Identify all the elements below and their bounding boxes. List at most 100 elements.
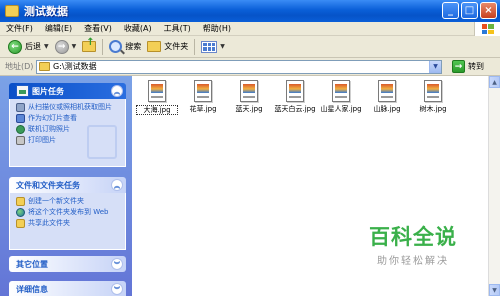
folder-icon — [39, 62, 50, 71]
globe-icon — [16, 208, 25, 217]
menu-favorites[interactable]: 收藏(A) — [118, 23, 158, 34]
picture-watermark-icon — [87, 125, 117, 159]
task-label: 作为幻灯片查看 — [28, 114, 77, 122]
close-button[interactable]: × — [480, 2, 497, 19]
expand-icon[interactable]: ︾ — [111, 258, 123, 270]
go-arrow-icon: → — [452, 60, 465, 73]
chevron-down-icon[interactable]: ▼ — [72, 43, 77, 50]
file-name: 树木.jpg — [419, 105, 447, 113]
details-panel: 详细信息 ︾ — [9, 281, 126, 296]
collapse-icon[interactable]: ︽ — [111, 179, 123, 191]
jpg-file-icon — [194, 80, 212, 102]
scanner-icon — [16, 103, 25, 112]
printer-icon — [16, 136, 25, 145]
new-folder-icon — [16, 197, 25, 206]
task-label: 从扫描仪或照相机获取图片 — [28, 103, 112, 111]
file-item[interactable]: 山星人家.jpg — [320, 80, 362, 113]
jpg-file-icon — [424, 80, 442, 102]
task-label: 联机订购照片 — [28, 125, 70, 133]
toolbar-divider — [194, 38, 196, 55]
file-name: 蓝天白云.jpg — [274, 105, 316, 113]
task-label: 创建一个新文件夹 — [28, 197, 84, 205]
forward-arrow-icon: → — [54, 39, 69, 54]
up-button[interactable] — [79, 37, 99, 56]
picture-tasks-title: 图片任务 — [32, 86, 64, 96]
chevron-down-icon[interactable]: ▼ — [220, 43, 225, 50]
windows-logo-icon — [474, 22, 500, 36]
file-name: 山脉.jpg — [373, 105, 401, 113]
file-item[interactable]: 树木.jpg — [412, 80, 454, 113]
address-value: G:\测试数据 — [53, 62, 97, 71]
file-tasks-header[interactable]: 文件和文件夹任务 ︽ — [9, 177, 126, 193]
vertical-scrollbar[interactable]: ▲ ▼ — [488, 76, 500, 296]
menu-tools[interactable]: 工具(T) — [158, 23, 197, 34]
jpg-file-icon — [378, 80, 396, 102]
menu-file[interactable]: 文件(F) — [0, 23, 39, 34]
task-new-folder[interactable]: 创建一个新文件夹 — [16, 197, 119, 206]
expand-icon[interactable]: ︾ — [111, 283, 123, 295]
toolbar: ← 后退 ▼ → ▼ 搜索 文件夹 ▼ — [0, 36, 500, 58]
back-label: 后退 — [25, 42, 41, 51]
file-item[interactable]: 蓝天.jpg — [228, 80, 270, 113]
back-arrow-icon: ← — [8, 39, 22, 54]
minimize-button[interactable]: _ — [442, 2, 459, 19]
picture-tasks-body: 从扫描仪或照相机获取图片 作为幻灯片查看 联机订购照片 打印图片 — [9, 99, 126, 167]
file-tasks-panel: 文件和文件夹任务 ︽ 创建一个新文件夹 将这个文件夹发布到 Web 共享此文件夹 — [9, 177, 126, 250]
picture-tasks-header[interactable]: 图片任务 ︽ — [9, 83, 126, 99]
details-header[interactable]: 详细信息 ︾ — [9, 281, 126, 296]
toolbar-divider — [102, 38, 104, 55]
watermark-title: 百科全说 — [369, 225, 457, 249]
jpg-file-icon — [332, 80, 350, 102]
task-share-folder[interactable]: 共享此文件夹 — [16, 219, 119, 228]
folder-icon — [5, 5, 19, 17]
chevron-down-icon[interactable]: ▼ — [429, 60, 441, 73]
other-places-panel: 其它位置 ︾ — [9, 256, 126, 272]
other-places-title: 其它位置 — [16, 259, 48, 269]
views-button[interactable]: ▼ — [198, 38, 228, 56]
scroll-down-icon[interactable]: ▼ — [489, 284, 500, 296]
view-grid-icon — [201, 40, 218, 53]
jpg-file-icon — [240, 80, 258, 102]
menu-edit[interactable]: 编辑(E) — [39, 23, 78, 34]
back-button[interactable]: ← 后退 ▼ — [5, 38, 52, 56]
menu-view[interactable]: 查看(V) — [78, 23, 118, 34]
go-button[interactable]: → 转到 — [452, 60, 484, 73]
jpg-file-icon — [148, 80, 166, 102]
folders-label: 文件夹 — [164, 42, 189, 51]
file-name: 蓝天.jpg — [235, 105, 263, 113]
task-slideshow[interactable]: 作为幻灯片查看 — [16, 114, 119, 123]
picture-icon — [16, 85, 29, 97]
task-publish-web[interactable]: 将这个文件夹发布到 Web — [16, 208, 119, 217]
address-label: 地址(D) — [5, 62, 34, 71]
folders-button[interactable]: 文件夹 — [144, 38, 191, 56]
window-controls: _ □ × — [442, 2, 497, 19]
title-bar: 测试数据 _ □ × — [0, 0, 500, 22]
details-title: 详细信息 — [16, 284, 48, 294]
order-prints-icon — [16, 125, 25, 134]
file-item[interactable]: 蓝天白云.jpg — [274, 80, 316, 113]
task-label: 打印图片 — [28, 136, 56, 144]
file-item[interactable]: 大海.jpg — [136, 80, 178, 115]
scroll-up-icon[interactable]: ▲ — [489, 76, 500, 88]
menu-help[interactable]: 帮助(H) — [197, 23, 237, 34]
share-folder-icon — [16, 219, 25, 228]
folder-icon — [147, 41, 162, 52]
task-label: 将这个文件夹发布到 Web — [28, 208, 109, 216]
other-places-header[interactable]: 其它位置 ︾ — [9, 256, 126, 272]
chevron-down-icon[interactable]: ▼ — [44, 43, 49, 50]
file-name: 花草.jpg — [189, 105, 217, 113]
forward-button[interactable]: → ▼ — [52, 38, 80, 56]
task-get-pictures[interactable]: 从扫描仪或照相机获取图片 — [16, 103, 119, 112]
address-input[interactable]: G:\测试数据 ▼ — [36, 59, 442, 74]
jpg-file-icon — [286, 80, 304, 102]
file-item[interactable]: 山脉.jpg — [366, 80, 408, 113]
maximize-button[interactable]: □ — [461, 2, 478, 19]
go-label: 转到 — [468, 62, 484, 71]
collapse-icon[interactable]: ︽ — [111, 85, 123, 97]
file-item[interactable]: 花草.jpg — [182, 80, 224, 113]
search-label: 搜索 — [125, 42, 142, 51]
file-tasks-body: 创建一个新文件夹 将这个文件夹发布到 Web 共享此文件夹 — [9, 193, 126, 250]
slideshow-icon — [16, 114, 25, 123]
search-button[interactable]: 搜索 — [106, 38, 144, 56]
search-icon — [109, 40, 123, 53]
